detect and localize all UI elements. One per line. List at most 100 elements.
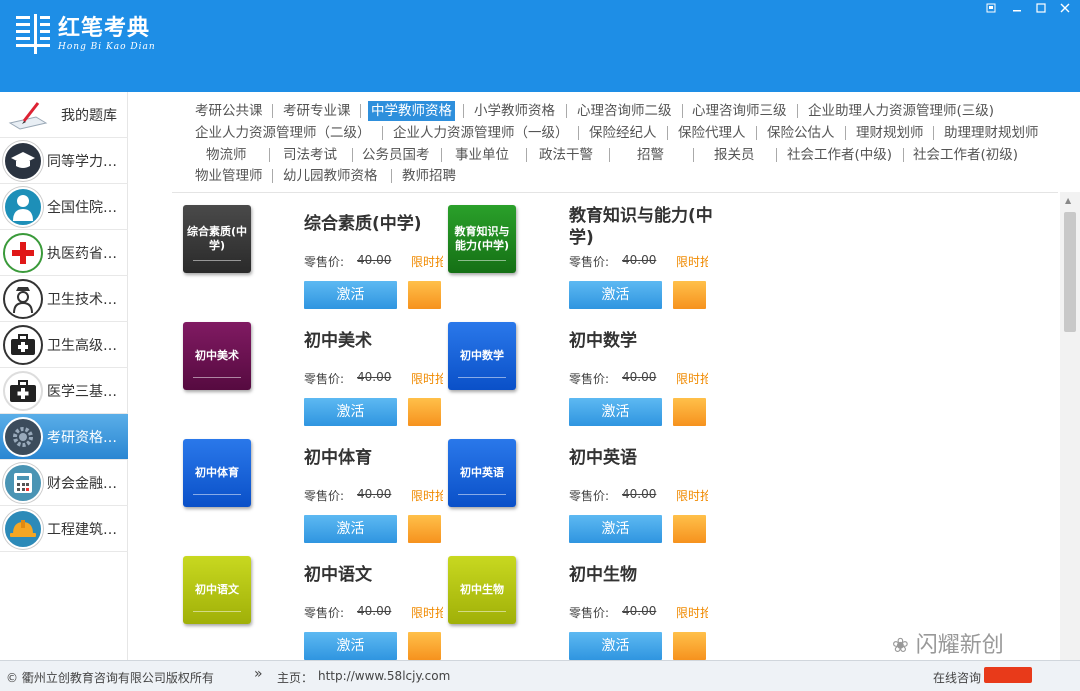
tab-insurance-assessor[interactable]: 保险公估人 <box>767 123 835 143</box>
sidebar-item-engineering[interactable]: 工程建筑… <box>0 506 128 552</box>
sidebar-item-label: 考研资格… <box>47 429 117 446</box>
limited-offer: 限时抢 <box>676 255 708 269</box>
scroll-thumb[interactable] <box>1064 212 1076 332</box>
activate-button[interactable]: 激活 <box>569 515 662 543</box>
product-card: 初中生物 初中生物 零售价: 40.00 限时抢 激活 <box>448 556 708 660</box>
buy-button[interactable] <box>408 281 441 309</box>
activate-button[interactable]: 激活 <box>304 632 397 660</box>
activate-button[interactable]: 激活 <box>304 281 397 309</box>
product-cover[interactable]: 初中语文 <box>183 556 251 624</box>
tab-social-worker-junior[interactable]: 社会工作者(初级) <box>913 145 1018 165</box>
product-title: 初中语文 <box>304 565 372 585</box>
copyright-text: © 衢州立创教育咨询有限公司版权所有 <box>6 671 214 685</box>
tab-hr-manager-1[interactable]: 企业人力资源管理师（一级） <box>393 123 569 143</box>
product-cover[interactable]: 初中美术 <box>183 322 251 390</box>
tab-postgrad-major[interactable]: 考研专业课 <box>283 101 351 121</box>
homepage-link[interactable]: http://www.58lcjy.com <box>318 669 450 683</box>
buy-button[interactable] <box>673 281 706 309</box>
price-value: 40.00 <box>357 253 392 267</box>
sidebar-item-my-question-bank[interactable]: 我的题库 <box>0 92 128 138</box>
tab-psych-counselor-3[interactable]: 心理咨询师三级 <box>692 101 787 121</box>
sidebar-item-finance-accounting[interactable]: 财会金融… <box>0 460 128 506</box>
activate-button[interactable]: 激活 <box>569 281 662 309</box>
tab-kindergarten-teacher[interactable]: 幼儿园教师资格 <box>283 166 378 186</box>
hard-hat-icon <box>3 508 43 549</box>
activate-button[interactable]: 激活 <box>304 515 397 543</box>
pen-paper-icon <box>3 95 53 135</box>
tab-political-police[interactable]: 政法干警 <box>539 145 593 165</box>
sidebar-item-health-senior[interactable]: 卫生高级… <box>0 322 128 368</box>
buy-button[interactable] <box>408 398 441 426</box>
first-aid-box-icon <box>3 370 43 411</box>
close-icon[interactable] <box>1056 3 1074 17</box>
product-title: 综合素质(中学) <box>304 214 422 234</box>
tab-financial-planner[interactable]: 理财规划师 <box>856 123 924 143</box>
buy-button[interactable] <box>408 515 441 543</box>
logo: 红笔考典 Hong Bi Kao Dian <box>14 12 156 56</box>
watermark: ❀ 闪耀新创 <box>892 633 1004 658</box>
tab-hr-assistant-3[interactable]: 企业助理人力资源管理师(三级) <box>808 101 994 121</box>
tab-hr-manager-2[interactable]: 企业人力资源管理师（二级） <box>195 123 371 143</box>
online-consult-label[interactable]: 在线咨询 <box>933 669 981 686</box>
product-title: 初中英语 <box>569 448 637 468</box>
expand-arrows-icon[interactable]: » <box>254 666 263 682</box>
product-card: 初中体育 初中体育 零售价: 40.00 限时抢 激活 <box>183 439 443 549</box>
product-cover[interactable]: 初中数学 <box>448 322 516 390</box>
sidebar-item-licensed-pharmacist[interactable]: 执医药省… <box>0 230 128 276</box>
buy-button[interactable] <box>673 398 706 426</box>
product-list: 综合素质(中学) 综合素质(中学) 零售价: 40.00 限时抢 激活 教育知识… <box>172 192 1058 660</box>
product-cover[interactable]: 初中英语 <box>448 439 516 507</box>
tab-insurance-broker[interactable]: 保险经纪人 <box>589 123 657 143</box>
tab-middle-school-teacher[interactable]: 中学教师资格 <box>368 101 455 121</box>
tab-police-recruit[interactable]: 招警 <box>637 145 664 165</box>
product-title: 初中体育 <box>304 448 372 468</box>
homepage-label: 主页： <box>277 671 314 685</box>
tab-psych-counselor-2[interactable]: 心理咨询师二级 <box>577 101 672 121</box>
sidebar-item-health-technical[interactable]: 卫生技术… <box>0 276 128 322</box>
app-title: 红笔考典 <box>58 16 151 41</box>
sidebar-item-postgrad-qualification[interactable]: 考研资格… <box>0 414 128 460</box>
vertical-scrollbar[interactable]: ▲ <box>1060 192 1080 660</box>
buy-button[interactable] <box>408 632 441 660</box>
sidebar-item-resident-training[interactable]: 全国住院… <box>0 184 128 230</box>
tab-primary-school-teacher[interactable]: 小学教师资格 <box>474 101 555 121</box>
maximize-icon[interactable] <box>1032 3 1050 17</box>
logo-mark-icon <box>14 12 52 56</box>
doctor-icon <box>3 186 43 227</box>
scroll-up-icon[interactable]: ▲ <box>1065 196 1071 205</box>
tab-assistant-financial-planner[interactable]: 助理理财规划师 <box>944 123 1039 143</box>
buy-button[interactable] <box>673 632 706 660</box>
sidebar-item-equivalent-degree[interactable]: 同等学力… <box>0 138 128 184</box>
product-title: 初中数学 <box>569 331 637 351</box>
tab-postgrad-public[interactable]: 考研公共课 <box>195 101 263 121</box>
tab-teacher-recruit[interactable]: 教师招聘 <box>402 166 456 186</box>
tab-logistics[interactable]: 物流师 <box>206 145 247 165</box>
calculator-icon <box>3 462 43 503</box>
product-cover[interactable]: 综合素质(中学) <box>183 205 251 273</box>
price-value: 40.00 <box>357 604 392 618</box>
product-card: 初中数学 初中数学 零售价: 40.00 限时抢 激活 <box>448 322 708 432</box>
tab-judicial-exam[interactable]: 司法考试 <box>283 145 337 165</box>
tab-public-institution[interactable]: 事业单位 <box>455 145 509 165</box>
product-cover[interactable]: 教育知识与能力(中学) <box>448 205 516 273</box>
limited-offer: 限时抢 <box>676 489 708 503</box>
price-label: 零售价: <box>569 255 610 269</box>
qq-online-icon[interactable] <box>984 667 1032 683</box>
product-cover[interactable]: 初中生物 <box>448 556 516 624</box>
sidebar-item-label: 财会金融… <box>47 475 117 492</box>
sidebar-item-medical-basics[interactable]: 医学三基… <box>0 368 128 414</box>
price-value: 40.00 <box>622 253 657 267</box>
restore-icon[interactable] <box>982 3 1000 17</box>
tab-customs-declarant[interactable]: 报关员 <box>714 145 755 165</box>
activate-button[interactable]: 激活 <box>569 632 662 660</box>
minimize-icon[interactable] <box>1008 3 1026 17</box>
product-cover[interactable]: 初中体育 <box>183 439 251 507</box>
tab-social-worker-mid[interactable]: 社会工作者(中级) <box>787 145 892 165</box>
price-value: 40.00 <box>622 604 657 618</box>
tab-property-manager[interactable]: 物业管理师 <box>195 166 263 186</box>
buy-button[interactable] <box>673 515 706 543</box>
tab-civil-service[interactable]: 公务员国考 <box>362 145 430 165</box>
tab-insurance-agent[interactable]: 保险代理人 <box>678 123 746 143</box>
activate-button[interactable]: 激活 <box>569 398 662 426</box>
activate-button[interactable]: 激活 <box>304 398 397 426</box>
